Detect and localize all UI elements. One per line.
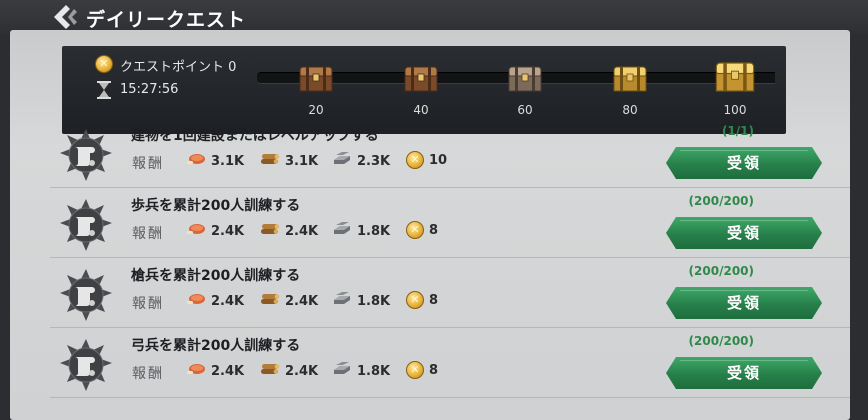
points-reward: ✕ 8: [406, 361, 438, 379]
milestone-label: 60: [517, 103, 533, 117]
coin-icon: ✕: [95, 55, 113, 73]
claim-button[interactable]: 受領: [666, 217, 822, 249]
meat-icon: [186, 361, 206, 381]
food-reward: 2.4K: [186, 221, 244, 241]
quest-title: 歩兵を累計200人訓練する: [131, 198, 301, 214]
meat-icon: [186, 221, 206, 241]
quest-row: 槍兵を累計200人訓練する 報酬 2.4K 2.4K 1.8K ✕ 8 (200…: [10, 258, 850, 328]
iron-amount: 2.3K: [357, 153, 391, 169]
food-amount: 2.4K: [211, 293, 245, 309]
meat-icon: [186, 291, 206, 311]
quest-points-label: クエストポイント 0: [120, 60, 237, 75]
claim-button[interactable]: 受領: [666, 287, 822, 319]
milestone-label: 20: [308, 103, 324, 117]
quest-status: (1/1): [721, 124, 754, 138]
milestone-label: 100: [723, 103, 747, 117]
milestone-chest-icon[interactable]: [403, 65, 439, 93]
points-amount: 8: [429, 362, 439, 378]
wood-amount: 3.1K: [285, 153, 319, 169]
scroll-icon: [58, 267, 114, 323]
coin-icon: ✕: [406, 361, 424, 379]
wood-amount: 2.4K: [285, 223, 319, 239]
back-arrow-icon[interactable]: [50, 3, 80, 31]
coin-icon: ✕: [406, 151, 424, 169]
quest-row: 歩兵を累計200人訓練する 報酬 2.4K 2.4K 1.8K ✕ 8 (200…: [10, 188, 850, 258]
quest-row: 弓兵を累計200人訓練する 報酬 2.4K 2.4K 1.8K ✕ 8 (200…: [10, 328, 850, 398]
iron-reward: 1.8K: [332, 291, 390, 311]
wood-reward: 2.4K: [260, 221, 318, 241]
title-bar: デイリークエスト: [0, 0, 868, 34]
wood-reward: 2.4K: [260, 291, 318, 311]
food-amount: 2.4K: [211, 223, 245, 239]
food-amount: 2.4K: [211, 363, 245, 379]
quest-status: (200/200): [688, 194, 754, 208]
food-reward: 2.4K: [186, 291, 244, 311]
iron-reward: 1.8K: [332, 221, 390, 241]
coin-icon: ✕: [406, 221, 424, 239]
wood-amount: 2.4K: [285, 363, 319, 379]
wood-icon: [260, 151, 280, 171]
food-reward: 2.4K: [186, 361, 244, 381]
coin-icon: ✕: [406, 291, 424, 309]
quest-title: 弓兵を累計200人訓練する: [131, 338, 301, 354]
scroll-icon: [58, 127, 114, 183]
iron-reward: 1.8K: [332, 361, 390, 381]
milestone-label: 80: [622, 103, 638, 117]
points-reward: ✕ 8: [406, 221, 438, 239]
scroll-icon: [58, 197, 114, 253]
page-title: デイリークエスト: [86, 9, 247, 31]
milestone-chest-icon[interactable]: [612, 65, 648, 93]
claim-button[interactable]: 受領: [666, 147, 822, 179]
reward-label: 報酬: [132, 366, 164, 382]
iron-icon: [332, 221, 352, 241]
iron-amount: 1.8K: [357, 223, 391, 239]
food-reward: 3.1K: [186, 151, 244, 171]
row-divider: [50, 397, 850, 398]
hourglass-icon: [97, 81, 111, 99]
points-reward: ✕ 8: [406, 291, 438, 309]
points-amount: 8: [429, 222, 439, 238]
iron-icon: [332, 361, 352, 381]
reward-label: 報酬: [132, 156, 164, 172]
quest-status: (200/200): [688, 264, 754, 278]
milestone-chest-icon[interactable]: [298, 65, 334, 93]
claim-button[interactable]: 受領: [666, 357, 822, 389]
wood-icon: [260, 361, 280, 381]
scroll-icon: [58, 337, 114, 393]
iron-icon: [332, 291, 352, 311]
reward-label: 報酬: [132, 226, 164, 242]
wood-icon: [260, 291, 280, 311]
wood-amount: 2.4K: [285, 293, 319, 309]
wood-icon: [260, 221, 280, 241]
points-reward: ✕ 10: [406, 151, 447, 169]
iron-reward: 2.3K: [332, 151, 390, 171]
reward-label: 報酬: [132, 296, 164, 312]
iron-icon: [332, 151, 352, 171]
quest-title: 槍兵を累計200人訓練する: [131, 268, 301, 284]
quest-panel: ✕ クエストポイント 0 15:27:56 20 40 60 80 100 建物…: [10, 30, 850, 420]
wood-reward: 2.4K: [260, 361, 318, 381]
quest-row: 建物を1回建設またはレベルアップする 報酬 3.1K 3.1K 2.3K ✕ 1…: [10, 118, 850, 188]
milestone-chest-icon[interactable]: [507, 65, 543, 93]
points-amount: 8: [429, 292, 439, 308]
quest-title: 建物を1回建設またはレベルアップする: [131, 128, 379, 144]
food-amount: 3.1K: [211, 153, 245, 169]
wood-reward: 3.1K: [260, 151, 318, 171]
quest-status: (200/200): [688, 334, 754, 348]
milestone-label: 40: [413, 103, 429, 117]
iron-amount: 1.8K: [357, 363, 391, 379]
meat-icon: [186, 151, 206, 171]
reset-timer: 15:27:56: [120, 82, 179, 97]
iron-amount: 1.8K: [357, 293, 391, 309]
points-amount: 10: [429, 152, 448, 168]
milestone-chest-icon[interactable]: [714, 60, 756, 94]
